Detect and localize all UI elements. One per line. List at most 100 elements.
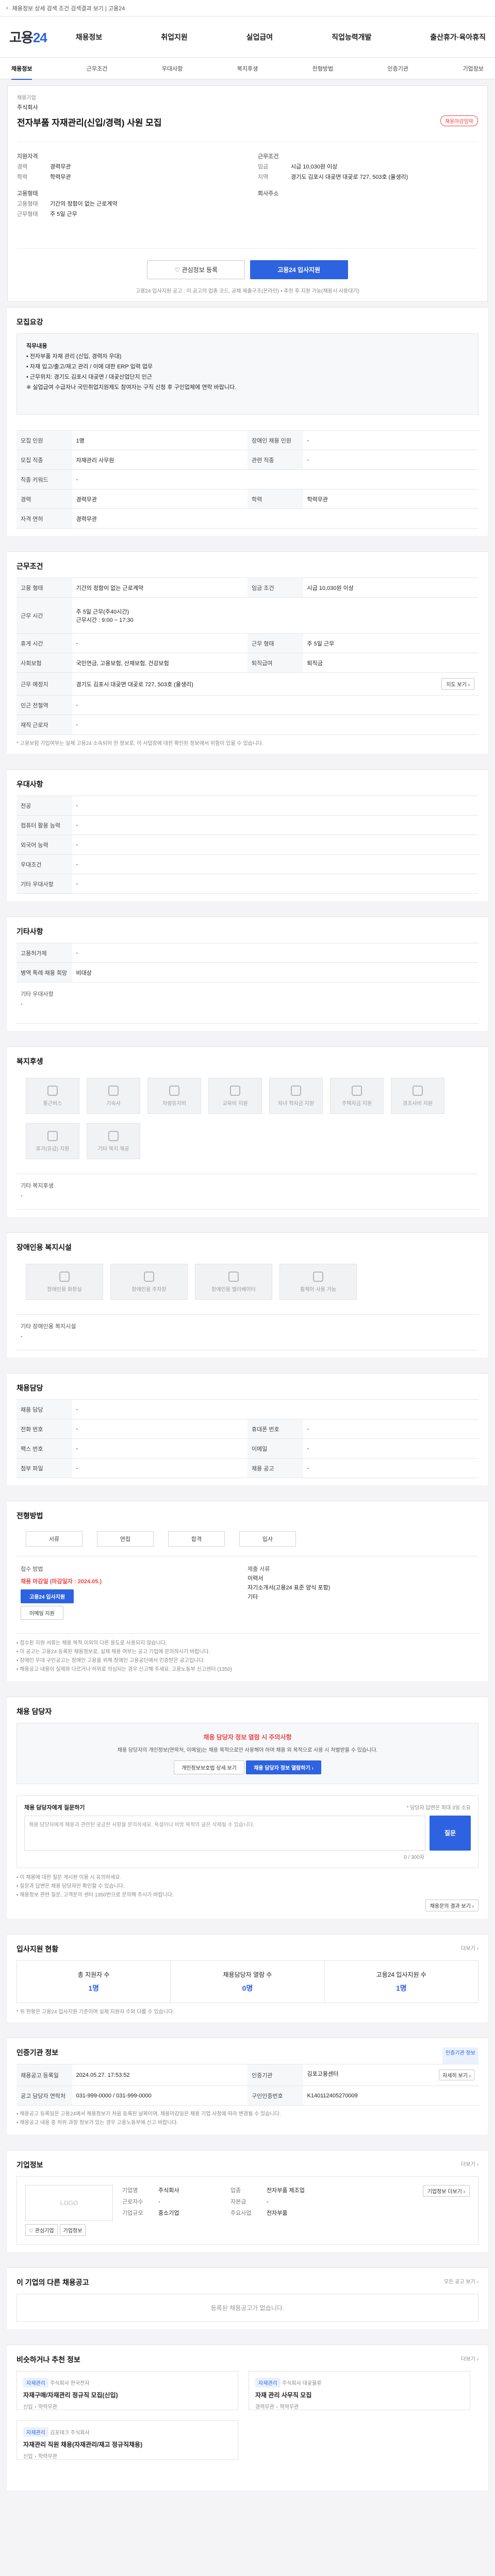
etc-section: 기타사항 고용허가제 - 병역 특례 채용 희망 비대상 기타 우대사항 - bbox=[7, 917, 488, 1031]
question-input[interactable]: 채용 담당자에게 채용과 관련된 궁금한 사항을 문의하세요. 욕설이나 비방 … bbox=[24, 1816, 425, 1851]
cert-detail-button[interactable]: 자세히 보기 › bbox=[439, 2070, 474, 2080]
inquiry-notes: • 이 채용에 대한 질문 게시판 이용 시 유의하세요. • 질문과 답변은 채… bbox=[16, 1875, 174, 1898]
disability-section: 장애인용 복지시설 장애인용 화장실 장애인용 주차장 장애인용 엘리베이터 휠… bbox=[7, 1232, 488, 1358]
breadcrumb: 채용정보 상세 검색 조건 검색결과 보기 | 고용24 bbox=[12, 5, 125, 12]
tab-preference[interactable]: 우대사항 bbox=[162, 64, 183, 73]
status-stats: 총 지원자 수 1명 채용담당자 열람 수 0명 고용24 입사지원 수 1명 bbox=[16, 1960, 478, 2003]
recommend-section: 비슷하거나 추천 정보 더보기 › 자재관리 주식회사 한국전자 자재구매/자재관… bbox=[7, 2345, 488, 2490]
method-apply-button[interactable]: 고용24 입사지원 bbox=[21, 1589, 74, 1603]
tab-selection[interactable]: 전형방법 bbox=[312, 64, 333, 73]
etc-extra: 기타 우대사항 - bbox=[16, 982, 478, 1024]
site-logo[interactable]: 고용24 bbox=[9, 27, 47, 46]
section-title: 채용담당 bbox=[16, 1384, 43, 1392]
status-note: * 위 현황은 고용24 입사지원 기준이며 실제 지원자 수와 다를 수 있습… bbox=[16, 2009, 174, 2015]
global-header: 고용24 채용정보 취업지원 실업급여 직업능력개발 출산휴가·육아휴직 bbox=[0, 16, 495, 58]
bus-icon: 통근버스 bbox=[26, 1078, 79, 1114]
company-info-button[interactable]: 기업정보 bbox=[59, 2224, 86, 2236]
cert-section: 인증기관 정보 인증기관 정보 채용공고 등록일 2024.05.27. 17:53… bbox=[7, 2038, 488, 2134]
recommend-card[interactable]: 자재관리 주식회사 대곶물류 자재 관리 사무직 모집 경력무관 · 학력무관 bbox=[249, 2371, 470, 2410]
work-table: 고용 형태 기간의 정함이 없는 근로계약 임금 조건 시급 10,030원 이상 근… bbox=[16, 578, 478, 735]
company-section: 기업정보 더보기 › LOGO ♡ 관심기업 기업정보 기업명 주식회사 업종 전자부품… bbox=[7, 2150, 488, 2252]
disability-icon-grid: 장애인용 화장실 장애인용 주차장 장애인용 엘리베이터 휠체어 사용 가능 bbox=[16, 1259, 478, 1305]
scrap-button[interactable]: ♡ 관심정보 등록 bbox=[147, 260, 245, 279]
company-more-link[interactable]: 더보기 › bbox=[461, 2160, 478, 2176]
view-manager-button[interactable]: 채용 담당자 정보 열람하기 › bbox=[246, 1760, 321, 1774]
tab-cert[interactable]: 인증기관 bbox=[388, 64, 408, 73]
back-icon[interactable]: ‹ bbox=[6, 5, 8, 11]
welfare-other: 기타 복지후생 - bbox=[16, 1174, 478, 1210]
nav-unemployment[interactable]: 실업급여 bbox=[246, 32, 273, 42]
nav-training[interactable]: 직업능력개발 bbox=[332, 32, 371, 42]
description-line: • 자재 입고/출고/재고 관리 / 이에 대한 ERP 입력 업무 bbox=[26, 364, 153, 370]
section-title: 전형방법 bbox=[16, 1512, 43, 1520]
empty-state: 등록된 채용공고가 없습니다. bbox=[16, 2294, 478, 2322]
job-summary-card: 채용기업 주식회사 채용마감임박 전자부품 자재관리(신입/경력) 사원 모집 … bbox=[7, 86, 488, 302]
section-title: 모집요강 bbox=[16, 318, 43, 326]
step-interview: 면접 bbox=[97, 1531, 154, 1547]
page-title: 전자부품 자재관리(신입/경력) 사원 모집 bbox=[17, 118, 162, 128]
selection-steps: 서류 면접 합격 입사 bbox=[16, 1527, 478, 1556]
work-section: 근무조건 고용 형태 기간의 정함이 없는 근로계약 임금 조건 시급 10,030원… bbox=[7, 551, 488, 754]
disability-other: 기타 장애인용 복지시설 - bbox=[16, 1314, 478, 1350]
cert-notes: • 채용공고 등록일은 고용24에서 채용정보가 처음 등록된 날짜이며, 채용… bbox=[16, 2111, 281, 2126]
car-icon: 차량유지비 bbox=[147, 1078, 201, 1114]
global-nav: 채용정보 취업지원 실업급여 직업능력개발 출산휴가·육아휴직 bbox=[76, 32, 486, 42]
question-box: 채용 담당자에게 질문하기 * 담당자 답변은 최대 3일 소요 채용 담당자에게… bbox=[16, 1795, 478, 1868]
favorite-company-button[interactable]: ♡ 관심기업 bbox=[25, 2224, 58, 2236]
summary-row: 지역 경기도 김포시 대곶면 대곶로 727, 503호 (율생리) bbox=[258, 174, 408, 180]
cert-badge: 인증기관 정보 bbox=[442, 2047, 478, 2064]
preference-table: 전공 - 컴퓨터 활용 능력 - 외국어 능력 - 우대조건 - 기타 우대사항 - bbox=[16, 795, 478, 894]
section-title: 우대사항 bbox=[16, 780, 43, 788]
etc-table: 고용허가제 - 병역 특례 채용 희망 비대상 bbox=[16, 943, 478, 982]
company-logo: LOGO bbox=[25, 2185, 113, 2221]
tab-company[interactable]: 기업정보 bbox=[463, 64, 483, 73]
map-button[interactable]: 지도 보기 › bbox=[441, 678, 474, 690]
apply-method: 접수 방법 채용 마감일 (마감일자 : 2024.05.) 고용24 입사지원… bbox=[16, 1556, 478, 1634]
selection-notes: • 접수된 지원 서류는 채용 목적 이외의 다른 용도로 사용되지 않습니다.… bbox=[16, 1640, 233, 1672]
preference-section: 우대사항 전공 - 컴퓨터 활용 능력 - 외국어 능력 - 우대조건 - 기타 우대사… bbox=[7, 769, 488, 901]
status-more-link[interactable]: 더보기 › bbox=[461, 1944, 478, 1960]
company-more-button[interactable]: 기업정보 더보기 › bbox=[422, 2185, 470, 2197]
recommend-more-link[interactable]: 더보기 › bbox=[461, 2354, 478, 2371]
section-title: 복지후생 bbox=[16, 1057, 43, 1065]
job-description-title: 직무내용 bbox=[26, 343, 47, 349]
selection-section: 전형방법 서류 면접 합격 입사 접수 방법 채용 마감일 (마감일자 : 20… bbox=[7, 1501, 488, 1681]
house-icon: 주택자금 지원 bbox=[330, 1078, 384, 1114]
summary-row: 고용형태 기간의 정함이 없는 근로계약 bbox=[17, 201, 118, 207]
apply-notice: 고용24 입사지원 공고 : 이 공고의 업종 코드, 공채 제출구조(온라인)… bbox=[136, 289, 359, 294]
cert-table: 채용공고 등록일 2024.05.27. 17:53:52 인증기관 김포고용센터 자세… bbox=[16, 2064, 478, 2106]
recommend-card[interactable]: 자재관리 주식회사 한국전자 자재구매/자재관리 정규직 모집(신입) 신입 ·… bbox=[16, 2371, 238, 2410]
summary-row: 회사주소 bbox=[258, 191, 279, 197]
method-email-button[interactable]: 이메일 지원 bbox=[21, 1606, 63, 1620]
section-title: 입사지원 현황 bbox=[16, 1945, 59, 1953]
description-line: ※ 실업급여 수급자나 국민취업지원제도 참여자는 구직 신청 후 구인업체에 … bbox=[26, 384, 237, 391]
summary-row: 지원자격 bbox=[17, 154, 38, 160]
section-tabs: 채용정보 근무조건 우대사항 복지후생 전형방법 인증기관 기업정보 bbox=[0, 58, 495, 80]
tab-conditions[interactable]: 근무조건 bbox=[87, 64, 107, 73]
welfare-icon-grid: 통근버스 기숙사 차량유지비 교육비 지원 자녀 학자금 지원 주택자금 지원 … bbox=[16, 1073, 478, 1164]
status-badge: 채용마감임박 bbox=[440, 115, 478, 126]
welfare-section: 복지후생 통근버스 기숙사 차량유지비 교육비 지원 자녀 학자금 지원 주택자… bbox=[7, 1046, 488, 1217]
recommend-card[interactable]: 자재관리 김포테크 주식회사 자재관리 직원 채용(자재관리/재고 정규직채용)… bbox=[16, 2420, 238, 2460]
section-title: 기업정보 bbox=[16, 2161, 43, 2169]
nav-jobs[interactable]: 채용정보 bbox=[76, 32, 103, 42]
education-icon: 교육비 지원 bbox=[208, 1078, 262, 1114]
recruit-section: 모집요강 직무내용 • 전자부품 자재 관리 (신입, 경력자 우대) • 자재… bbox=[7, 307, 488, 536]
step-join: 입사 bbox=[239, 1531, 296, 1547]
apply-button[interactable]: 고용24 입사지원 bbox=[250, 260, 348, 279]
tab-recruit[interactable]: 채용정보 bbox=[11, 64, 32, 80]
section-title: 근무조건 bbox=[16, 562, 43, 570]
description-line: • 전자부품 자재 관리 (신입, 경력자 우대) bbox=[26, 353, 122, 360]
nav-leave[interactable]: 출산휴가·육아휴직 bbox=[430, 32, 486, 42]
question-submit-button[interactable]: 질문 bbox=[430, 1816, 471, 1851]
privacy-law-button[interactable]: 개인정보보호법 상세 보기 bbox=[174, 1760, 244, 1774]
summary-row: 경력 경력무관 bbox=[17, 164, 71, 170]
inquiry-result-button[interactable]: 채용문의 결과 보기 › bbox=[425, 1900, 478, 1911]
tab-welfare[interactable]: 복지후생 bbox=[237, 64, 258, 73]
nav-support[interactable]: 취업지원 bbox=[161, 32, 188, 42]
dormitory-icon: 기숙사 bbox=[87, 1078, 140, 1114]
wheelchair-icon: 휠체어 사용 가능 bbox=[279, 1264, 357, 1300]
company-name[interactable]: 주식회사 bbox=[17, 103, 478, 111]
all-jobs-link[interactable]: 모든 공고 보기 › bbox=[444, 2277, 478, 2294]
summary-row: 고용형태 bbox=[17, 191, 38, 197]
